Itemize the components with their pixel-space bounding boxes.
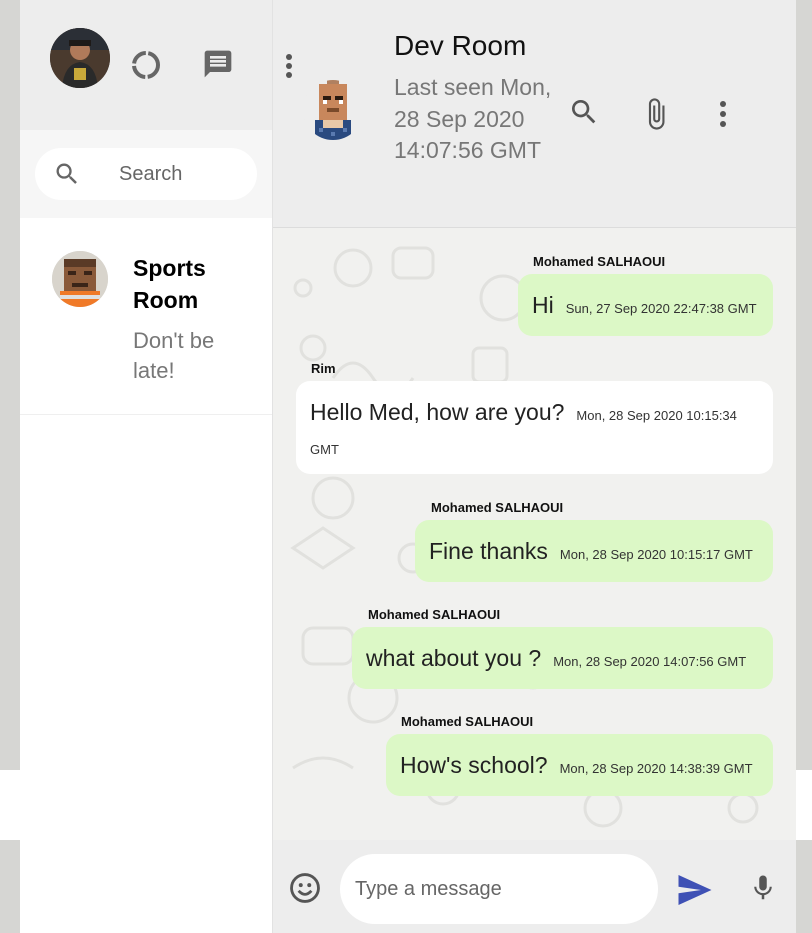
search-icon[interactable] xyxy=(566,94,602,130)
search-icon xyxy=(53,160,81,188)
message-bubble[interactable]: what about you ? Mon, 28 Sep 2020 14:07:5… xyxy=(352,627,773,689)
composer xyxy=(273,840,796,933)
sidebar: Sports Room Don't be late! xyxy=(20,0,273,933)
message-bubble[interactable]: Hi Sun, 27 Sep 2020 22:47:38 GMT xyxy=(518,274,773,336)
sidebar-search-area xyxy=(20,130,272,218)
room-avatar[interactable] xyxy=(303,80,363,140)
message-text: what about you ? xyxy=(366,645,542,671)
message-timestamp: Mon, 28 Sep 2020 10:15:17 GMT xyxy=(559,547,753,562)
message-text: Hi xyxy=(532,292,554,318)
chat-last-message: Don't be late! xyxy=(133,328,215,383)
status-icon[interactable] xyxy=(128,47,164,83)
message-bubble[interactable]: How's school? Mon, 28 Sep 2020 14:38:39 G… xyxy=(386,734,773,796)
mic-icon[interactable] xyxy=(745,870,781,906)
attach-icon[interactable] xyxy=(638,94,674,134)
chat-icon[interactable] xyxy=(200,46,236,82)
message-sender: Mohamed SALHAOUI xyxy=(533,254,666,269)
more-vert-icon[interactable] xyxy=(711,96,735,132)
message-timestamp: Mon, 28 Sep 2020 14:38:39 GMT xyxy=(559,761,753,776)
chat-app: Sports Room Don't be late! xyxy=(20,0,796,933)
message-list[interactable]: Mohamed SALHAOUI Hi Sun, 27 Sep 2020 22:4… xyxy=(273,228,796,840)
message-input[interactable] xyxy=(340,854,658,924)
search-box xyxy=(35,148,257,200)
message-sender: Mohamed SALHAOUI xyxy=(401,714,534,729)
message-bubble[interactable]: Hello Med, how are you? Mon, 28 Sep 2020 … xyxy=(296,381,773,474)
message-sender: Mohamed SALHAOUI xyxy=(368,607,501,622)
room-title: Dev Room xyxy=(394,30,527,61)
user-avatar[interactable] xyxy=(50,28,110,88)
message-timestamp: Sun, 27 Sep 2020 22:47:38 GMT xyxy=(565,301,757,316)
message-sender: Mohamed SALHAOUI xyxy=(431,500,564,515)
message-text: Fine thanks xyxy=(429,538,548,564)
message-bubble[interactable]: Fine thanks Mon, 28 Sep 2020 10:15:17 GMT xyxy=(415,520,773,582)
send-icon[interactable] xyxy=(675,872,715,908)
message-text: How's school? xyxy=(400,752,548,778)
message-text: Hello Med, how are you? xyxy=(310,399,565,425)
emoji-icon[interactable] xyxy=(287,870,323,906)
message-timestamp: Mon, 28 Sep 2020 14:07:56 GMT xyxy=(553,654,747,669)
search-input[interactable] xyxy=(119,162,249,186)
room-last-seen: Last seen Mon, 28 Sep 2020 14:07:56 GMT xyxy=(394,74,552,163)
chat-main: Dev Room Last seen Mon, 28 Sep 2020 14:0… xyxy=(273,0,796,933)
chat-list-item[interactable]: Sports Room Don't be late! xyxy=(20,218,272,415)
chat-name: Sports Room xyxy=(133,255,206,313)
chat-avatar xyxy=(52,251,108,307)
chat-header: Dev Room Last seen Mon, 28 Sep 2020 14:0… xyxy=(273,0,796,228)
sidebar-header xyxy=(20,0,272,130)
message-sender: Rim xyxy=(311,361,336,376)
sidebar-more-vert-icon[interactable] xyxy=(277,48,301,84)
